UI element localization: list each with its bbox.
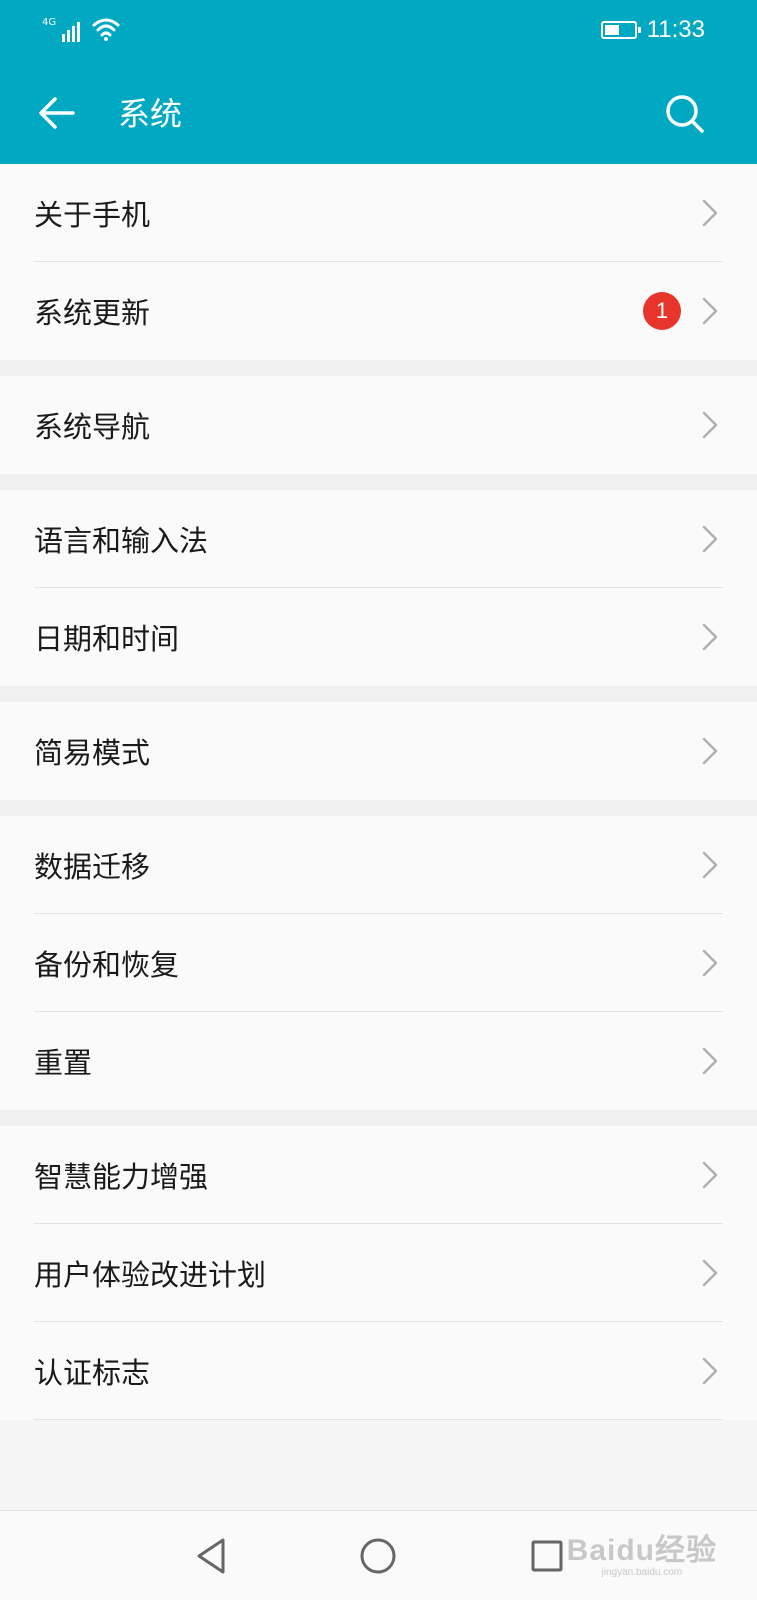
chevron-right-icon	[702, 949, 718, 977]
group-separator	[0, 800, 757, 816]
settings-item[interactable]: 日期和时间	[0, 588, 757, 686]
settings-item[interactable]: 语言和输入法	[0, 490, 757, 588]
triangle-back-icon	[197, 1538, 225, 1574]
watermark-sub-text: jingyan.baidu.com	[601, 1567, 683, 1578]
wifi-icon	[92, 18, 120, 41]
settings-item-label: 日期和时间	[34, 622, 180, 656]
row-divider	[34, 1419, 723, 1420]
back-button[interactable]	[34, 90, 80, 136]
square-recents-icon	[531, 1540, 563, 1572]
watermark-main-text: Baidu经验	[566, 1534, 717, 1567]
settings-item[interactable]: 数据迁移	[0, 816, 757, 914]
settings-item[interactable]: 系统更新 1	[0, 262, 757, 360]
clock: 11:33	[646, 16, 705, 43]
settings-group: 智慧能力增强用户体验改进计划 认证标志	[0, 1126, 757, 1420]
group-separator	[0, 686, 757, 702]
settings-item[interactable]: 简易模式	[0, 702, 757, 800]
settings-group: 关于手机系统更新 1	[0, 164, 757, 360]
nav-home-button[interactable]	[333, 1511, 423, 1600]
settings-group: 系统导航	[0, 376, 757, 474]
settings-item[interactable]: 重置	[0, 1012, 757, 1110]
settings-group: 语言和输入法 日期和时间	[0, 490, 757, 686]
settings-item-label: 用户体验改进计划	[34, 1258, 267, 1292]
group-separator	[0, 360, 757, 376]
status-bar: 4G 11:33	[0, 0, 757, 64]
baidu-watermark: Baidu经验 jingyan.baidu.com	[567, 1536, 717, 1578]
arrow-left-icon	[39, 97, 75, 129]
group-separator	[0, 474, 757, 490]
settings-item[interactable]: 关于手机	[0, 164, 757, 262]
chevron-right-icon	[702, 525, 718, 553]
settings-item-label: 数据迁移	[34, 850, 151, 884]
page-title: 系统	[118, 95, 183, 133]
settings-item-label: 系统更新	[34, 296, 151, 330]
settings-item[interactable]: 智慧能力增强	[0, 1126, 757, 1224]
nav-back-button[interactable]	[166, 1511, 256, 1600]
chevron-right-icon	[702, 411, 718, 439]
settings-item-label: 认证标志	[34, 1356, 151, 1390]
cell-signal-icon	[62, 16, 81, 42]
app-toolbar: 系统	[0, 64, 757, 164]
settings-item-label: 语言和输入法	[34, 524, 209, 558]
settings-item-label: 系统导航	[34, 410, 151, 444]
settings-item-label: 重置	[34, 1046, 93, 1080]
settings-item[interactable]: 用户体验改进计划	[0, 1224, 757, 1322]
settings-item-label: 智慧能力增强	[34, 1160, 209, 1194]
settings-item-label: 简易模式	[34, 736, 151, 770]
chevron-right-icon	[702, 1259, 718, 1287]
status-right: 11:33	[600, 16, 705, 43]
search-button[interactable]	[661, 90, 709, 138]
settings-item[interactable]: 认证标志	[0, 1322, 757, 1420]
chevron-right-icon	[702, 737, 718, 765]
settings-item[interactable]: 系统导航	[0, 376, 757, 474]
settings-item-label: 关于手机	[34, 198, 151, 232]
battery-icon	[600, 21, 641, 39]
circle-home-icon	[360, 1538, 396, 1574]
chevron-right-icon	[702, 623, 718, 651]
chevron-right-icon	[702, 851, 718, 879]
system-nav-bar: Baidu经验 jingyan.baidu.com	[0, 1510, 757, 1600]
settings-item[interactable]: 备份和恢复	[0, 914, 757, 1012]
notification-badge: 1	[643, 292, 681, 330]
chevron-right-icon	[702, 1161, 718, 1189]
network-type-label: 4G	[42, 17, 57, 28]
chevron-right-icon	[702, 1047, 718, 1075]
group-separator	[0, 1110, 757, 1126]
settings-list: 关于手机系统更新 1 系统导航语言和输入法 日期和时间简易模式数据迁移备份和恢复重置智…	[0, 164, 757, 1420]
settings-group: 数据迁移备份和恢复重置	[0, 816, 757, 1110]
chevron-right-icon	[702, 1357, 718, 1385]
battery-level	[604, 25, 619, 35]
status-left: 4G	[42, 16, 120, 44]
chevron-right-icon	[702, 297, 718, 325]
search-icon	[666, 95, 704, 133]
settings-item-label: 备份和恢复	[34, 948, 180, 982]
chevron-right-icon	[702, 199, 718, 227]
settings-group: 简易模式	[0, 702, 757, 800]
